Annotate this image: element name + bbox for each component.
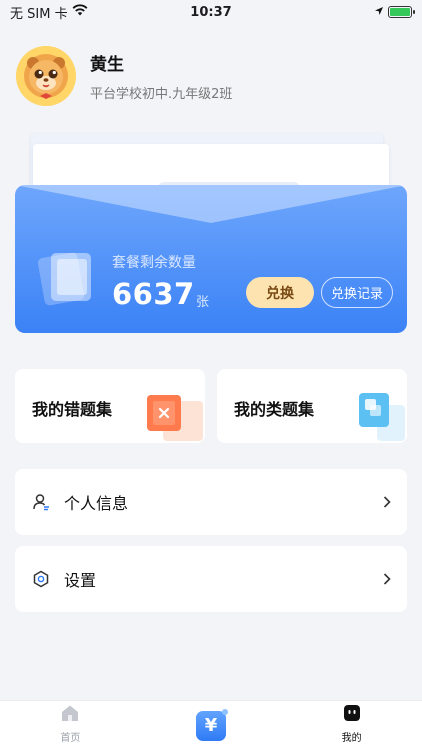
- wrong-questions-icon: [145, 391, 205, 443]
- settings-row[interactable]: 设置: [15, 546, 407, 612]
- documents-icon: [37, 245, 103, 315]
- battery-icon: [388, 6, 415, 18]
- tab-mine[interactable]: 我的: [281, 701, 422, 750]
- package-unit: 张: [196, 295, 210, 310]
- envelope-flap: [15, 185, 407, 223]
- package-remaining-label: 套餐剩余数量: [112, 255, 196, 271]
- lion-avatar-icon: [16, 46, 76, 106]
- exchange-button[interactable]: 兑换: [246, 277, 314, 308]
- home-icon: [60, 704, 80, 726]
- chevron-right-icon: [383, 570, 391, 589]
- wrong-questions-label: 我的错题集: [32, 400, 113, 419]
- similar-questions-label: 我的类题集: [234, 400, 315, 419]
- profile-header[interactable]: 黄生 平台学校初中.九年级2班: [16, 46, 232, 106]
- wrong-questions-tile[interactable]: 我的错题集: [15, 369, 205, 443]
- chevron-right-icon: [383, 493, 391, 512]
- settings-label: 设置: [64, 571, 97, 590]
- tab-bar: 首页 ¥ 我的: [0, 700, 422, 750]
- user-name: 黄生: [90, 55, 124, 75]
- location-icon: [374, 5, 384, 20]
- status-bar: 无 SIM 卡 10:37: [0, 0, 422, 24]
- package-wallet: 套餐剩余数量 6637 张 兑换 兑换记录: [15, 130, 407, 333]
- similar-questions-icon: [355, 391, 407, 443]
- carrier-label: 无 SIM 卡: [10, 6, 68, 22]
- personal-info-row[interactable]: 个人信息: [15, 469, 407, 535]
- tab-home-label: 首页: [60, 733, 81, 744]
- settings-icon: [31, 569, 51, 589]
- user-school: 平台学校初中.九年级2班: [90, 87, 233, 102]
- exchange-record-button[interactable]: 兑换记录: [321, 277, 393, 308]
- package-remaining-count: 6637: [112, 277, 195, 311]
- similar-questions-tile[interactable]: 我的类题集: [217, 369, 407, 443]
- avatar[interactable]: [16, 46, 76, 106]
- tab-payment[interactable]: ¥: [141, 701, 282, 750]
- tab-home[interactable]: 首页: [0, 701, 141, 750]
- status-left: 无 SIM 卡: [10, 3, 88, 22]
- tab-mine-label: 我的: [341, 733, 362, 744]
- robot-face-icon: [343, 704, 361, 726]
- yen-icon: ¥: [196, 708, 228, 741]
- status-right: [374, 5, 415, 20]
- wifi-icon: [72, 4, 88, 20]
- personal-info-label: 个人信息: [64, 494, 129, 513]
- package-card: 套餐剩余数量 6637 张 兑换 兑换记录: [15, 185, 407, 333]
- profile-text: 黄生 平台学校初中.九年级2班: [90, 50, 232, 102]
- user-icon: [31, 492, 51, 512]
